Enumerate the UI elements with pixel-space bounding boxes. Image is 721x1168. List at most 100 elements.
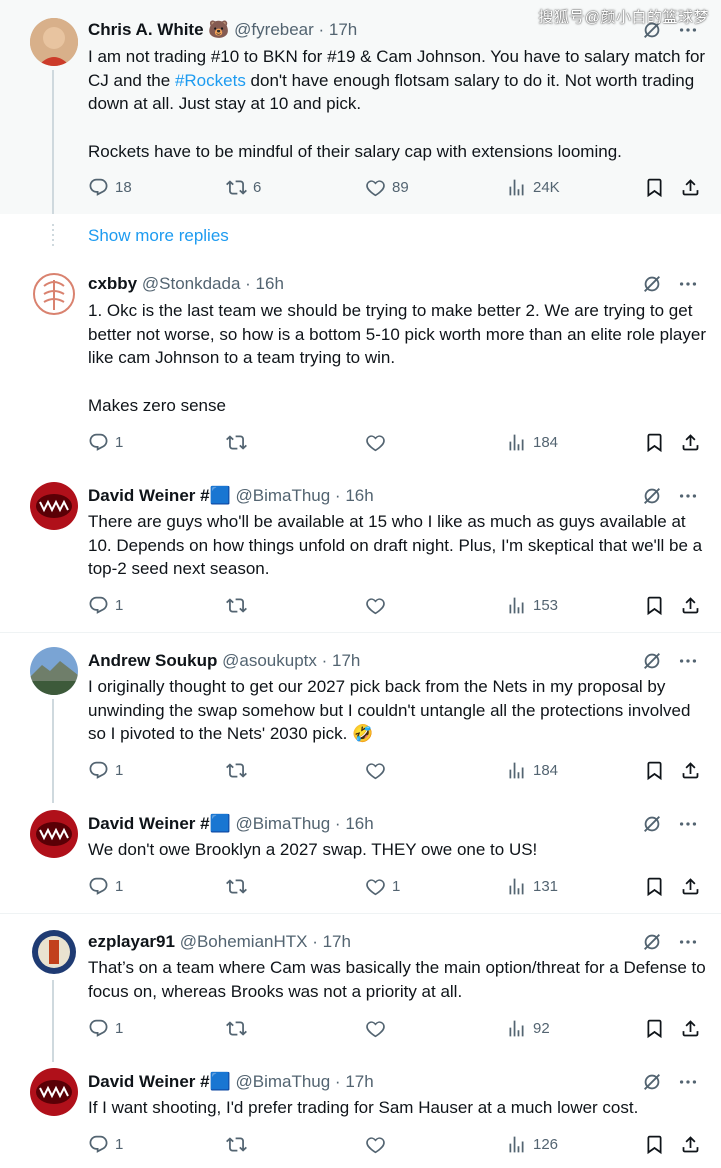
- repost-button[interactable]: [226, 1018, 253, 1039]
- handle[interactable]: @BimaThug · 16h: [235, 486, 373, 505]
- tweet[interactable]: David Weiner #🟦 @BimaThug · 16h We don't…: [0, 798, 721, 912]
- reply-button[interactable]: 1: [88, 876, 123, 897]
- more-icon[interactable]: [677, 813, 699, 835]
- tweet[interactable]: David Weiner #🟦 @BimaThug · 16h There ar…: [0, 470, 721, 632]
- grok-icon[interactable]: [641, 1071, 663, 1093]
- bookmark-button[interactable]: [644, 177, 665, 198]
- repost-button[interactable]: [226, 760, 253, 781]
- display-name[interactable]: Chris A. White 🐻: [88, 20, 229, 39]
- share-button[interactable]: [680, 432, 701, 453]
- views-button[interactable]: 24K: [506, 177, 560, 198]
- thread-dots: [52, 224, 54, 246]
- tweet[interactable]: Chris A. White 🐻 @fyrebear · 17h I am no…: [0, 0, 721, 214]
- like-button[interactable]: [365, 1018, 392, 1039]
- handle[interactable]: @BimaThug · 16h: [235, 814, 373, 833]
- handle[interactable]: @Stonkdada · 16h: [142, 274, 284, 293]
- bookmark-icon: [644, 1018, 665, 1039]
- like-button[interactable]: 89: [365, 177, 409, 198]
- share-icon: [680, 760, 701, 781]
- tweet[interactable]: ezplayar91 @BohemianHTX · 17h That’s on …: [0, 916, 721, 1062]
- like-button[interactable]: [365, 760, 392, 781]
- share-icon: [680, 595, 701, 616]
- like-button[interactable]: 1: [365, 876, 400, 897]
- avatar[interactable]: [30, 810, 78, 858]
- tweet-text: 1. Okc is the last team we should be try…: [88, 301, 706, 415]
- grok-icon[interactable]: [641, 485, 663, 507]
- share-button[interactable]: [680, 177, 701, 198]
- grok-icon[interactable]: [641, 813, 663, 835]
- repost-button[interactable]: [226, 595, 253, 616]
- views-button[interactable]: 126: [506, 1134, 558, 1155]
- views-icon: [506, 595, 527, 616]
- repost-icon: [226, 876, 247, 897]
- bookmark-button[interactable]: [644, 432, 665, 453]
- bookmark-button[interactable]: [644, 1134, 665, 1155]
- display-name[interactable]: ezplayar91: [88, 932, 175, 951]
- grok-icon[interactable]: [641, 931, 663, 953]
- avatar[interactable]: [30, 18, 78, 66]
- reply-button[interactable]: 1: [88, 760, 123, 781]
- grok-icon[interactable]: [641, 273, 663, 295]
- handle[interactable]: @BohemianHTX · 17h: [180, 932, 351, 951]
- show-more-replies-link[interactable]: Show more replies: [88, 226, 229, 246]
- reply-button[interactable]: 1: [88, 1018, 123, 1039]
- tweet-text: I am not trading #10 to BKN for #19 & Ca…: [88, 47, 710, 161]
- share-button[interactable]: [680, 595, 701, 616]
- tweet[interactable]: Andrew Soukup @asoukuptx · 17h I origina…: [0, 635, 721, 803]
- handle[interactable]: @BimaThug · 17h: [235, 1072, 373, 1091]
- display-name[interactable]: David Weiner #🟦: [88, 486, 231, 505]
- hashtag-link[interactable]: #Rockets: [175, 71, 246, 90]
- repost-button[interactable]: 6: [226, 177, 261, 198]
- views-button[interactable]: 92: [506, 1018, 550, 1039]
- avatar[interactable]: [30, 1068, 78, 1116]
- bookmark-button[interactable]: [644, 595, 665, 616]
- reply-icon: [88, 432, 109, 453]
- tweet[interactable]: David Weiner #🟦 @BimaThug · 17h If I wan…: [0, 1056, 721, 1168]
- more-icon[interactable]: [677, 931, 699, 953]
- views-button[interactable]: 184: [506, 760, 558, 781]
- avatar[interactable]: [30, 270, 78, 318]
- handle[interactable]: @asoukuptx · 17h: [222, 651, 360, 670]
- more-icon[interactable]: [677, 273, 699, 295]
- more-icon[interactable]: [677, 650, 699, 672]
- views-button[interactable]: 131: [506, 876, 558, 897]
- reply-icon: [88, 1134, 109, 1155]
- repost-button[interactable]: [226, 432, 253, 453]
- reply-button[interactable]: 1: [88, 595, 123, 616]
- repost-button[interactable]: [226, 876, 253, 897]
- like-button[interactable]: [365, 595, 392, 616]
- bookmark-button[interactable]: [644, 1018, 665, 1039]
- like-button[interactable]: [365, 1134, 392, 1155]
- more-icon[interactable]: [677, 485, 699, 507]
- share-button[interactable]: [680, 1134, 701, 1155]
- bookmark-button[interactable]: [644, 876, 665, 897]
- repost-button[interactable]: [226, 1134, 253, 1155]
- display-name[interactable]: cxbby: [88, 274, 137, 293]
- bookmark-icon: [644, 876, 665, 897]
- grok-icon[interactable]: [641, 650, 663, 672]
- like-button[interactable]: [365, 432, 392, 453]
- display-name[interactable]: Andrew Soukup: [88, 651, 217, 670]
- avatar[interactable]: [30, 647, 78, 695]
- display-name[interactable]: David Weiner #🟦: [88, 1072, 231, 1091]
- share-button[interactable]: [680, 876, 701, 897]
- handle[interactable]: @fyrebear · 17h: [234, 20, 357, 39]
- display-name[interactable]: David Weiner #🟦: [88, 814, 231, 833]
- share-button[interactable]: [680, 760, 701, 781]
- reply-button[interactable]: 18: [88, 177, 132, 198]
- more-icon[interactable]: [677, 1071, 699, 1093]
- tweet-header: David Weiner #🟦 @BimaThug · 16h: [88, 813, 661, 835]
- thread-line: [52, 980, 54, 1062]
- bookmark-button[interactable]: [644, 760, 665, 781]
- views-button[interactable]: 153: [506, 595, 558, 616]
- share-button[interactable]: [680, 1018, 701, 1039]
- views-button[interactable]: 184: [506, 432, 558, 453]
- reply-button[interactable]: 1: [88, 432, 123, 453]
- reply-icon: [88, 876, 109, 897]
- reply-button[interactable]: 1: [88, 1134, 123, 1155]
- avatar[interactable]: [30, 928, 78, 976]
- thread-line: [52, 70, 54, 214]
- avatar[interactable]: [30, 482, 78, 530]
- tweet[interactable]: cxbby @Stonkdada · 16h 1. Okc is the las…: [0, 258, 721, 464]
- action-bar: 1 153: [88, 595, 708, 619]
